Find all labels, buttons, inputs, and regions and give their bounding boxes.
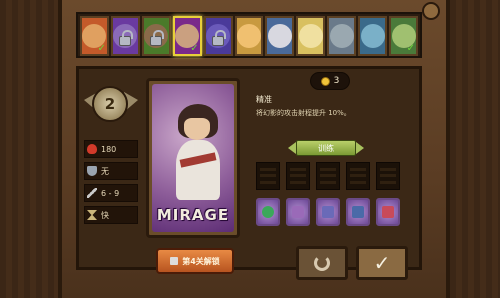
hero-card-art: MIRAGE: [152, 84, 234, 232]
skill-cost: 3: [310, 72, 350, 90]
unlock-label: 第4关解锁: [182, 256, 220, 266]
hero-name: MIRAGE: [156, 206, 230, 224]
lock-icon: [170, 257, 179, 265]
hero-portrait[interactable]: [327, 16, 357, 56]
skill-slot: [256, 162, 280, 190]
stat-damage: 6 - 9: [84, 184, 138, 202]
hero-portrait[interactable]: [234, 16, 264, 56]
wood-border-left: [0, 0, 58, 298]
skill-cost-value: 3: [333, 76, 340, 86]
lock-icon: [150, 30, 164, 46]
coin-icon: [320, 76, 330, 86]
hero-stats: 180 无 6 - 9 快: [84, 140, 138, 228]
skill-boomerang-icon[interactable]: [346, 198, 370, 226]
hero-portrait[interactable]: [203, 16, 233, 56]
hero-portrait[interactable]: ✓: [389, 16, 418, 56]
stat-health-value: 180: [101, 144, 117, 154]
hero-face-icon: [236, 24, 261, 48]
wood-border-right: [450, 0, 500, 298]
lock-icon: [119, 30, 133, 46]
skill-slot: [376, 162, 400, 190]
hero-portrait[interactable]: [110, 16, 140, 56]
skill-text: 将幻影的攻击射程提升 10%。: [256, 109, 351, 117]
skill-description: 精准 将幻影的攻击射程提升 10%。: [256, 94, 406, 118]
unlock-button[interactable]: 第4关解锁: [156, 248, 234, 274]
stat-speed-value: 快: [101, 210, 109, 220]
hero-card: MIRAGE: [146, 78, 240, 238]
hero-portrait-bar: ✓ ✓ ✓: [76, 12, 422, 58]
stat-damage-value: 6 - 9: [101, 188, 120, 198]
hero-portrait[interactable]: [265, 16, 295, 56]
heart-icon: [87, 144, 97, 154]
hero-level-badge: 2: [92, 86, 128, 122]
check-icon: ✓: [406, 43, 415, 54]
hero-portrait[interactable]: ✓: [80, 16, 109, 56]
hero-face-icon: [298, 24, 323, 48]
check-icon: ✓: [190, 43, 199, 54]
skill-slot: [346, 162, 370, 190]
stat-health: 180: [84, 140, 138, 158]
hero-portrait[interactable]: [296, 16, 326, 56]
stat-armor-value: 无: [101, 166, 109, 176]
shield-icon: [87, 166, 97, 176]
stat-armor: 无: [84, 162, 138, 180]
reset-icon: [314, 255, 330, 271]
skill-dagger-icon[interactable]: [316, 198, 340, 226]
confirm-button[interactable]: ✓: [356, 246, 408, 280]
hero-portrait-selected[interactable]: ✓: [172, 16, 202, 56]
hero-face-icon: [360, 24, 385, 48]
reset-button[interactable]: [296, 246, 348, 280]
lock-icon: [212, 30, 226, 46]
train-button[interactable]: 训练: [296, 140, 356, 156]
skill-eye-icon[interactable]: [256, 198, 280, 226]
hero-face-icon: [329, 24, 354, 48]
hero-portrait[interactable]: [358, 16, 388, 56]
skill-icons: [256, 198, 412, 226]
skill-swirl-icon[interactable]: [286, 198, 310, 226]
skill-slot: [286, 162, 310, 190]
skill-slot: [316, 162, 340, 190]
hero-illustration: [170, 104, 226, 204]
hero-portrait[interactable]: [141, 16, 171, 56]
dagger-icon: [87, 188, 97, 198]
skill-title: 精准: [256, 95, 272, 104]
check-icon: ✓: [97, 43, 106, 54]
corner-knob-icon: [422, 2, 440, 20]
stat-speed: 快: [84, 206, 138, 224]
hero-face-icon: [267, 24, 292, 48]
hourglass-icon: [87, 210, 97, 220]
skill-blade-icon[interactable]: [376, 198, 400, 226]
skill-level-slots: [256, 162, 412, 190]
